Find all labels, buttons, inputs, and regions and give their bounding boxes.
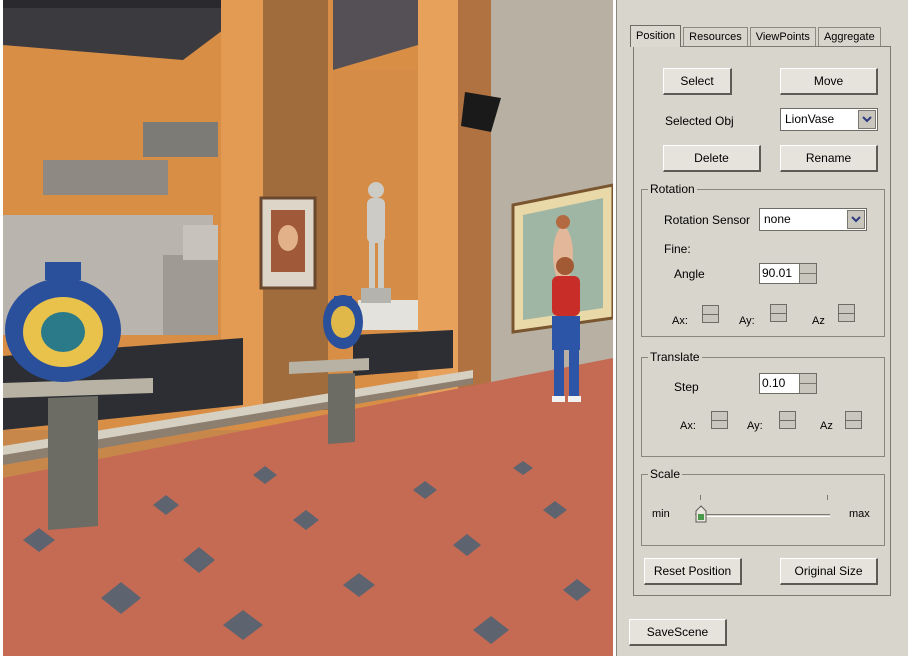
rotation-ay-stepper[interactable] <box>770 304 787 322</box>
lion-vase-right <box>323 295 363 349</box>
tab-aggregate[interactable]: Aggregate <box>817 27 881 46</box>
reset-position-button[interactable]: Reset Position <box>644 558 742 585</box>
scale-max-tick <box>827 495 828 500</box>
step-label: Step <box>674 380 699 394</box>
tab-position[interactable]: Position <box>630 25 682 47</box>
angle-spin-buttons[interactable] <box>799 264 816 283</box>
original-size-button[interactable]: Original Size <box>780 558 878 585</box>
scale-max-label: max <box>849 508 870 520</box>
rotation-sensor-value: none <box>764 212 791 226</box>
selected-obj-dropdown[interactable]: LionVase <box>780 108 878 131</box>
rotation-ay-label: Ay: <box>739 315 755 327</box>
properties-panel: Position Resources ViewPoints Aggregate … <box>616 0 908 656</box>
3d-scene-viewport[interactable] <box>3 0 613 656</box>
save-scene-button[interactable]: SaveScene <box>629 619 727 646</box>
translate-ax-label: Ax: <box>680 420 696 432</box>
translate-ay-stepper[interactable] <box>779 411 796 429</box>
scale-slider-thumb[interactable] <box>695 505 707 523</box>
fine-label: Fine: <box>664 242 691 256</box>
angle-value: 90.01 <box>762 266 793 280</box>
delete-button[interactable]: Delete <box>663 145 761 172</box>
scale-min-label: min <box>652 508 670 520</box>
rotation-az-stepper[interactable] <box>838 304 855 322</box>
translate-az-label: Az <box>820 420 833 432</box>
tab-viewpoints[interactable]: ViewPoints <box>749 27 816 46</box>
rename-button[interactable]: Rename <box>780 145 878 172</box>
chevron-down-icon[interactable] <box>847 210 865 229</box>
angle-stepper[interactable]: 90.01 <box>759 263 817 284</box>
angle-label: Angle <box>674 267 705 281</box>
rotation-sensor-label: Rotation Sensor <box>664 213 751 227</box>
scale-title: Scale <box>648 467 683 481</box>
scale-group: Scale min max <box>641 467 885 546</box>
rotation-az-label: Az <box>812 315 825 327</box>
select-button[interactable]: Select <box>663 68 732 95</box>
translate-title: Translate <box>648 350 702 364</box>
translate-ay-label: Ay: <box>747 420 763 432</box>
scale-min-tick <box>700 495 701 500</box>
step-value: 0.10 <box>762 376 786 390</box>
rotation-ax-label: Ax: <box>672 315 688 327</box>
rotation-ax-stepper[interactable] <box>702 305 719 323</box>
translate-group: Translate Step 0.10 Ax: Ay: Az <box>641 350 885 457</box>
step-stepper[interactable]: 0.10 <box>759 373 817 394</box>
translate-az-stepper[interactable] <box>845 411 862 429</box>
move-button[interactable]: Move <box>780 68 878 95</box>
translate-ax-stepper[interactable] <box>711 411 728 429</box>
museum-scene <box>3 0 613 656</box>
chevron-down-icon[interactable] <box>858 110 876 129</box>
step-spin-buttons[interactable] <box>799 374 816 393</box>
tab-bar: Position Resources ViewPoints Aggregate <box>630 25 883 47</box>
selected-obj-value: LionVase <box>785 112 835 126</box>
tab-resources[interactable]: Resources <box>683 27 748 46</box>
rotation-group: Rotation Rotation Sensor none Fine: Angl… <box>641 182 885 337</box>
rotation-title: Rotation <box>648 182 697 196</box>
selected-obj-label: Selected Obj <box>665 114 734 128</box>
scale-slider-track[interactable] <box>695 514 830 517</box>
position-tab-body: Select Move Selected Obj LionVase Delete… <box>633 46 891 596</box>
rotation-sensor-dropdown[interactable]: none <box>759 208 867 231</box>
